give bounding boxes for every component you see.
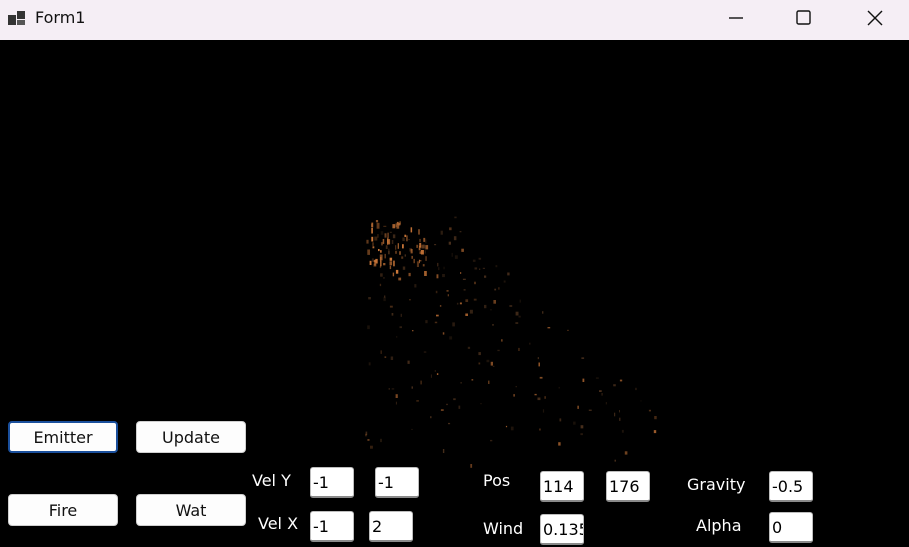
vel-x-label: Vel X xyxy=(258,514,299,533)
close-button[interactable] xyxy=(839,0,909,36)
particle-canvas[interactable]: Emitter Update Fire Wat Vel Y Vel X Pos … xyxy=(0,40,909,547)
maximize-icon xyxy=(796,10,811,25)
pos-y-field[interactable]: 176 xyxy=(606,471,650,502)
vel-y-field-1[interactable]: -1 xyxy=(310,467,354,498)
fire-button[interactable]: Fire xyxy=(8,494,118,526)
wat-button[interactable]: Wat xyxy=(136,494,246,526)
minimize-button[interactable] xyxy=(700,0,770,36)
vel-y-label: Vel Y xyxy=(252,471,291,490)
wind-field[interactable]: 0.135 xyxy=(540,514,584,545)
window-title: Form1 xyxy=(35,8,86,27)
wind-label: Wind xyxy=(483,519,524,538)
form1-window: Form1 Emitter Update Fire Wat Vel Y Vel … xyxy=(0,0,909,547)
close-icon xyxy=(867,10,883,26)
pos-label: Pos xyxy=(483,471,511,490)
alpha-label: Alpha xyxy=(696,516,742,535)
update-button[interactable]: Update xyxy=(136,421,246,453)
alpha-field[interactable]: 0 xyxy=(769,512,813,543)
gravity-field[interactable]: -0.5 xyxy=(769,471,813,502)
pos-x-field[interactable]: 114 xyxy=(540,471,584,502)
minimize-icon xyxy=(729,17,743,19)
maximize-button[interactable] xyxy=(768,0,838,36)
vel-x-field-1[interactable]: -1 xyxy=(310,511,354,542)
gravity-label: Gravity xyxy=(687,475,746,494)
title-bar[interactable]: Form1 xyxy=(0,0,909,40)
app-icon xyxy=(8,9,28,27)
vel-y-field-2[interactable]: -1 xyxy=(375,467,419,498)
emitter-button[interactable]: Emitter xyxy=(8,421,118,453)
vel-x-field-2[interactable]: 2 xyxy=(369,511,413,542)
